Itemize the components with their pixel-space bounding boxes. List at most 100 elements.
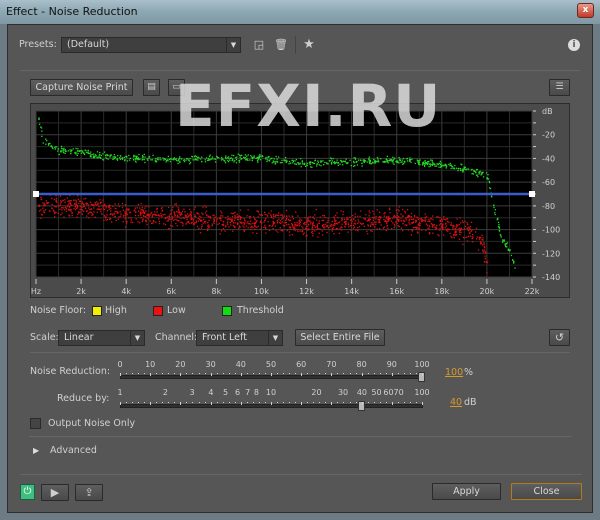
low-noise-point — [246, 215, 248, 217]
save-icon[interactable]: ▤ — [143, 79, 160, 96]
low-noise-point — [383, 218, 385, 221]
threshold-point — [361, 165, 363, 167]
threshold-point — [135, 161, 137, 163]
low-noise-point — [448, 228, 450, 231]
export-icon[interactable]: ⇪ — [75, 484, 103, 501]
low-noise-point — [81, 203, 83, 205]
threshold-point — [320, 160, 322, 162]
low-noise-point — [184, 214, 186, 216]
low-noise-point — [82, 206, 85, 208]
expand-triangle-icon[interactable]: ▶ — [33, 446, 39, 455]
reduce-by-value[interactable]: 40 — [450, 397, 462, 408]
low-noise-point — [286, 223, 288, 226]
low-noise-point — [239, 209, 242, 211]
low-noise-point — [333, 224, 336, 227]
window-close-button[interactable]: x — [577, 3, 594, 18]
slider-tick — [409, 373, 411, 374]
low-noise-point — [156, 214, 158, 217]
low-noise-point — [288, 215, 290, 217]
x-tick-label: 6k — [166, 287, 176, 296]
threshold-point — [244, 154, 247, 156]
low-noise-point — [394, 225, 396, 227]
slider-tick — [264, 373, 266, 374]
low-noise-point — [335, 222, 337, 225]
trash-icon[interactable]: 🗑 — [274, 37, 288, 52]
low-noise-point — [177, 220, 179, 222]
low-noise-point — [296, 224, 299, 227]
reset-icon[interactable]: ↺ — [549, 329, 570, 346]
menu-icon[interactable]: ☰ — [549, 79, 570, 96]
low-noise-point — [333, 233, 335, 235]
threshold-point — [478, 171, 480, 173]
threshold-point — [210, 158, 212, 160]
threshold-point — [505, 242, 508, 245]
low-noise-point — [445, 223, 447, 225]
play-icon[interactable]: ▶ — [41, 484, 69, 501]
slider-tick — [301, 373, 303, 376]
threshold-point — [512, 259, 514, 261]
slider-tick — [150, 373, 152, 376]
presets-dropdown[interactable]: (Default) ▼ — [61, 37, 241, 53]
low-noise-point — [69, 200, 72, 202]
low-noise-point — [470, 230, 472, 232]
info-icon[interactable]: i — [568, 39, 580, 51]
threshold-point — [257, 157, 260, 160]
noise-reduction-value[interactable]: 100 — [445, 367, 463, 378]
low-noise-point — [312, 216, 314, 219]
low-noise-point — [203, 218, 205, 221]
low-noise-point — [42, 207, 44, 209]
threshold-point — [70, 149, 73, 151]
low-noise-point — [148, 213, 150, 216]
low-noise-point — [167, 218, 170, 220]
low-noise-point — [206, 229, 209, 232]
low-noise-point — [219, 233, 221, 235]
low-noise-point — [40, 217, 42, 219]
low-noise-point — [181, 213, 183, 215]
select-entire-file-button[interactable]: Select Entire File — [295, 329, 385, 346]
threshold-point — [103, 151, 106, 153]
capture-noise-print-button[interactable]: Capture Noise Print — [30, 79, 133, 96]
threshold-point — [500, 236, 502, 238]
channel-dropdown[interactable]: Front Left ▼ — [196, 330, 283, 346]
save-preset-icon[interactable]: ◲ — [252, 37, 266, 52]
threshold-point — [187, 158, 189, 160]
advanced-toggle[interactable]: Advanced — [50, 445, 97, 456]
low-noise-point — [40, 196, 42, 198]
low-noise-point — [408, 219, 410, 222]
low-noise-point — [354, 223, 357, 225]
low-noise-point — [385, 229, 388, 232]
low-noise-point — [432, 218, 434, 221]
threshold-point — [201, 161, 203, 163]
threshold-point — [362, 159, 364, 161]
apply-button[interactable]: Apply — [432, 483, 501, 500]
threshold-point — [156, 160, 158, 162]
low-noise-point — [261, 214, 263, 216]
low-noise-point — [481, 244, 484, 246]
separator — [295, 36, 296, 54]
power-icon[interactable]: ⏻ — [20, 484, 35, 500]
threshold-point — [482, 176, 485, 178]
low-noise-point — [386, 221, 388, 223]
low-noise-point — [306, 225, 308, 228]
low-noise-point — [292, 228, 295, 231]
low-noise-point — [318, 222, 320, 224]
threshold-point — [485, 172, 488, 174]
threshold-point — [331, 160, 334, 162]
scale-dropdown[interactable]: Linear ▼ — [58, 330, 145, 346]
low-noise-point — [264, 226, 267, 228]
threshold-point — [192, 159, 194, 161]
low-noise-point — [106, 218, 109, 221]
low-noise-point — [337, 216, 339, 219]
low-noise-point — [71, 214, 73, 217]
low-noise-point — [96, 208, 98, 210]
low-noise-point — [310, 221, 312, 223]
threshold-point — [62, 149, 65, 151]
low-noise-point — [60, 200, 62, 202]
low-noise-point — [398, 220, 400, 222]
output-noise-only-checkbox[interactable] — [30, 418, 41, 429]
low-noise-point — [360, 210, 362, 212]
star-icon[interactable]: ★ — [302, 37, 316, 52]
threshold-point — [363, 161, 365, 163]
threshold-point — [487, 173, 489, 176]
close-button[interactable]: Close — [511, 483, 582, 500]
